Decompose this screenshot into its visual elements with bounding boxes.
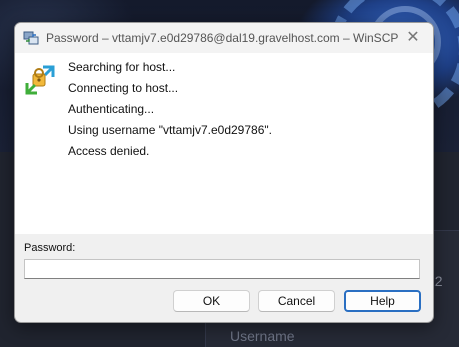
winscp-app-icon — [23, 31, 39, 45]
status-message: Searching for host... — [68, 60, 176, 74]
ok-button[interactable]: OK — [173, 290, 250, 312]
title-bar[interactable]: Password – vttamjv7.e0d29786@dal19.grave… — [15, 23, 433, 53]
cancel-button[interactable]: Cancel — [258, 290, 335, 312]
key-transfer-icon — [25, 65, 55, 95]
status-message: Using username "vttamjv7.e0d29786". — [68, 123, 272, 137]
status-message: Authenticating... — [68, 102, 155, 116]
message-area: Searching for host... Connecting to host… — [15, 53, 433, 234]
close-icon: ✕ — [406, 29, 420, 46]
help-button[interactable]: Help — [344, 290, 421, 312]
window-title: Password – vttamjv7.e0d29786@dal19.grave… — [46, 31, 399, 45]
status-message-list: Searching for host... Connecting to host… — [68, 57, 272, 162]
password-input[interactable] — [24, 259, 420, 279]
password-label: Password: — [24, 242, 76, 254]
status-message: Access denied. — [68, 144, 150, 158]
background-username-label: Username — [230, 328, 295, 344]
status-message: Connecting to host... — [68, 81, 179, 95]
password-dialog: Password – vttamjv7.e0d29786@dal19.grave… — [14, 22, 434, 323]
close-button[interactable]: ✕ — [393, 23, 433, 53]
